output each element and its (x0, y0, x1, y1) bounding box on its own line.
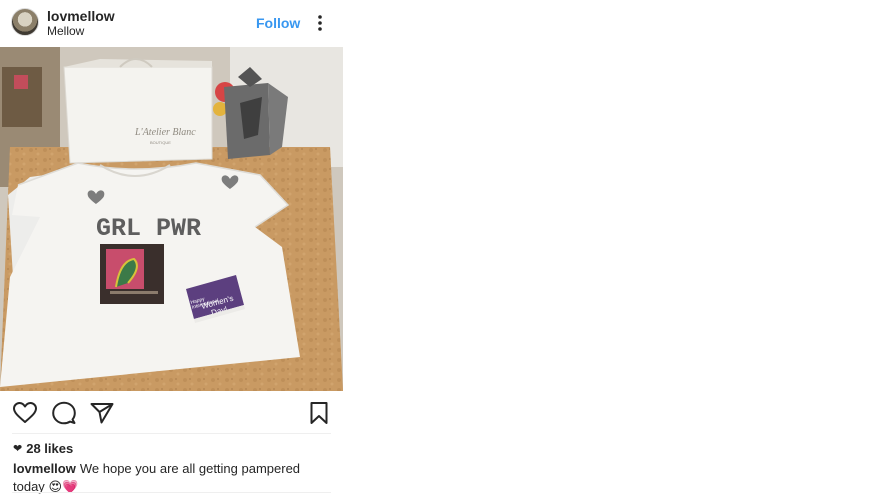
post-actions (0, 396, 343, 430)
heart-outline-icon[interactable] (12, 400, 38, 426)
post-photo[interactable]: L'Atelier Blanc BOUTIQUE GRL PWR Happy I… (0, 47, 343, 391)
post-location[interactable]: Mellow (47, 24, 84, 38)
actions-divider (12, 433, 331, 434)
bottom-divider (12, 492, 331, 493)
likes-label: 28 likes (26, 441, 74, 456)
post-header: lovmellow Mellow Follow (0, 0, 343, 46)
more-vertical-icon[interactable] (312, 14, 328, 32)
follow-button[interactable]: Follow (256, 15, 300, 31)
post-caption: lovmellow We hope you are all getting pam… (13, 460, 333, 496)
caption-username[interactable]: lovmellow (13, 461, 76, 476)
bag-brand-text: L'Atelier Blanc (134, 127, 196, 138)
bookmark-icon[interactable] (306, 400, 332, 426)
bag-subtext: BOUTIQUE (150, 140, 171, 145)
avatar[interactable] (11, 8, 39, 36)
heart-filled-icon: ❤ (13, 443, 23, 455)
instagram-post: lovmellow Mellow Follow L'Atelier Blanc … (0, 0, 343, 494)
comment-icon[interactable] (51, 400, 77, 426)
post-username[interactable]: lovmellow (47, 8, 115, 24)
shirt-text: GRL PWR (96, 214, 201, 243)
share-icon[interactable] (89, 400, 115, 426)
likes-count[interactable]: ❤ 28 likes (13, 441, 73, 456)
